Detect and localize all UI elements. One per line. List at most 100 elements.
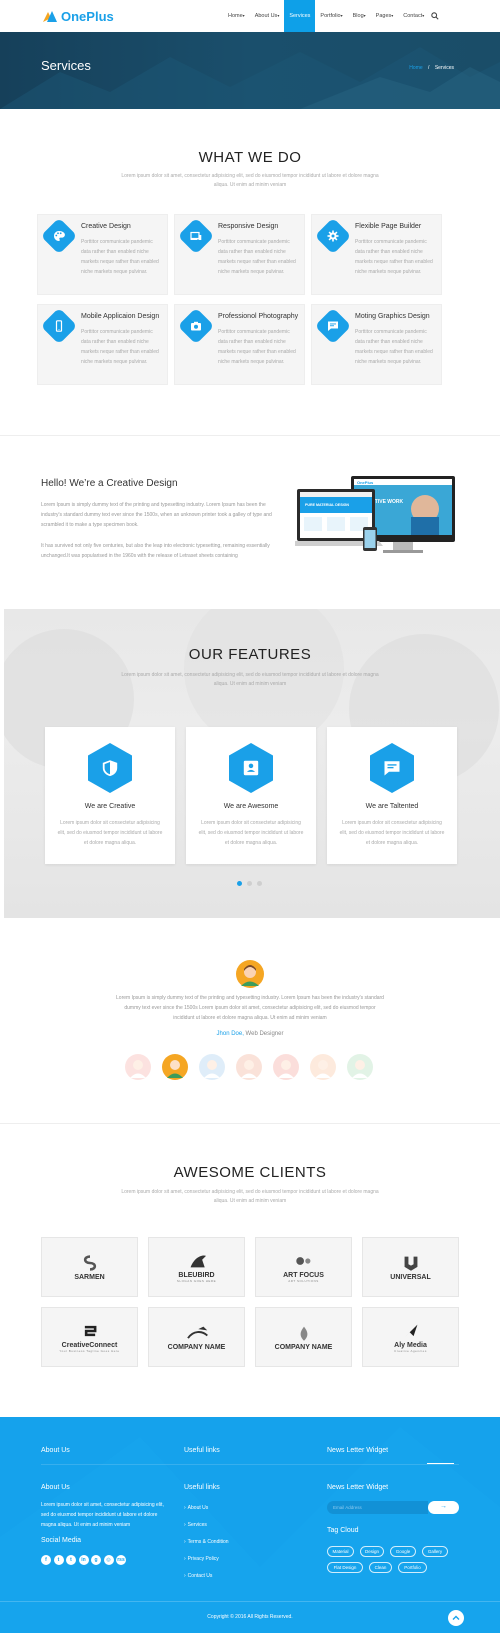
- footer-link-label: Privacy Policy: [187, 1556, 219, 1562]
- chevron-up-icon: [452, 1615, 460, 1620]
- nav-item-home[interactable]: Home▾: [223, 0, 250, 32]
- service-card: Mobile Applicaion Design Porttitor commun…: [37, 304, 168, 385]
- footer-newsletter-heading: News Letter Widget: [327, 1484, 389, 1491]
- social-icon[interactable]: t: [66, 1555, 76, 1565]
- footer-link[interactable]: › About Us: [184, 1505, 208, 1511]
- social-icon[interactable]: rss: [116, 1555, 126, 1565]
- footer-social-heading: Social Media: [41, 1537, 82, 1544]
- testimonial-quote: Lorem Ipsum is simply dummy text of the …: [116, 995, 384, 1021]
- client-tagline: ART SOLUTIONS: [288, 1278, 319, 1283]
- divider: [0, 1123, 500, 1124]
- nav-item-pages[interactable]: Pages▾: [371, 0, 399, 32]
- logo-mark-icon: [43, 11, 57, 22]
- footer-link[interactable]: › Privacy Policy: [184, 1556, 219, 1562]
- service-title: Mobile Applicaion Design: [81, 313, 160, 320]
- testimonial-thumbnail[interactable]: [162, 1054, 188, 1080]
- author-role: Web Designer: [243, 1031, 284, 1037]
- testimonial-author: Jhon Doe, Web Designer: [0, 1031, 500, 1037]
- slider-dot[interactable]: [237, 881, 242, 886]
- client-logo[interactable]: COMPANY NAME: [148, 1307, 245, 1367]
- nav-item-services[interactable]: Services: [284, 0, 316, 32]
- newsletter-email-input[interactable]: Email Address: [327, 1501, 428, 1514]
- what-we-do-subtitle: Lorem ipsum dolor sit amet, consectetur …: [121, 173, 379, 188]
- footer-link[interactable]: › Contact Us: [184, 1573, 212, 1579]
- nav-item-portfolio[interactable]: Portfolio▾: [315, 0, 347, 32]
- social-icon[interactable]: ◎: [103, 1555, 114, 1565]
- devices-icon: [190, 231, 202, 240]
- footer-newsletter-heading-top: News Letter Widget: [327, 1447, 389, 1454]
- camera-icon: [191, 321, 201, 331]
- footer-about-text: Lorem ipsum dolor sit amet, consectetur …: [41, 1502, 164, 1528]
- hexagon-badge: [88, 743, 132, 793]
- service-title: Responsive Design: [218, 223, 279, 230]
- back-to-top-button[interactable]: [448, 1610, 464, 1626]
- tag-pill[interactable]: Flat Design: [327, 1562, 363, 1573]
- chevron-down-icon: ▾: [363, 13, 366, 18]
- tag-pill[interactable]: Gallery: [422, 1546, 448, 1557]
- feature-card: We are Taltented Lorem ipsum dolor sit co…: [327, 727, 457, 864]
- service-text: Porttitor communicate pandemic data rath…: [218, 329, 296, 365]
- client-mark-icon: [83, 1254, 96, 1271]
- social-icon[interactable]: in: [78, 1555, 89, 1565]
- client-tagline: Your Business Tagline Goes Here: [59, 1348, 120, 1353]
- logo-text: OnePlus: [61, 8, 114, 24]
- client-logo[interactable]: UNIVERSAL: [362, 1237, 459, 1297]
- testimonial-thumbnail[interactable]: [125, 1054, 151, 1080]
- footer-about-heading-top: About Us: [41, 1447, 70, 1454]
- client-logo[interactable]: Aly Media Creative Agencies: [362, 1307, 459, 1367]
- client-mark-icon: [295, 1256, 310, 1265]
- footer-link[interactable]: › Terms & Condition: [184, 1539, 229, 1545]
- service-card: Creative Design Porttitor communicate pan…: [37, 214, 168, 295]
- nav-item-label: Contact: [403, 13, 423, 19]
- client-logo[interactable]: SARMEN: [41, 1237, 138, 1297]
- client-mark-icon: [404, 1324, 417, 1337]
- chevron-down-icon: ▾: [340, 13, 343, 18]
- tag-pill[interactable]: Design: [360, 1546, 384, 1557]
- tag-pill[interactable]: Clean: [369, 1562, 392, 1573]
- service-text: Porttitor communicate pandemic data rath…: [81, 329, 159, 365]
- palette-icon: [54, 231, 65, 241]
- page: { "brand": {"name": "OnePlus"}, "nav": {…: [0, 0, 500, 1633]
- tag-pill[interactable]: Material: [327, 1546, 354, 1557]
- feature-text: Lorem ipsum dolor sit consectetur adipis…: [339, 820, 445, 846]
- social-icon[interactable]: f: [41, 1555, 51, 1565]
- client-name: ART FOCUS: [283, 1271, 324, 1279]
- client-logo[interactable]: CreativeConnect Your Business Tagline Goe…: [41, 1307, 138, 1367]
- footer-link[interactable]: › Services: [184, 1522, 207, 1528]
- nav-item-contact[interactable]: Contact▾: [398, 0, 429, 32]
- tag-pill[interactable]: Google: [390, 1546, 416, 1557]
- social-icon[interactable]: t: [53, 1555, 64, 1565]
- service-text: Porttitor communicate pandemic data rath…: [355, 239, 433, 275]
- testimonial-thumbnail[interactable]: [310, 1054, 336, 1080]
- client-tagline: Creative Agencies: [394, 1348, 427, 1353]
- creative-title: Hello! We’re a Creative Design: [41, 478, 178, 489]
- feature-text: Lorem ipsum dolor sit consectetur adipis…: [57, 820, 163, 846]
- device-mockup-image: OnePlus CREATIVE WORK PURE MATERIAL DESI…: [295, 476, 455, 553]
- feature-title: We are Taltented: [365, 803, 419, 810]
- client-logo[interactable]: ART FOCUS ART SOLUTIONS: [255, 1237, 352, 1297]
- nav-item-about-us[interactable]: About Us▾: [250, 0, 285, 32]
- slider-dot[interactable]: [247, 881, 252, 886]
- footer-link-label: Services: [187, 1522, 207, 1528]
- features-title: OUR FEATURES: [188, 646, 312, 663]
- clients-subtitle: Lorem ipsum dolor sit amet, consectetur …: [121, 1189, 379, 1204]
- newsletter-submit-button[interactable]: →: [428, 1501, 459, 1514]
- client-mark-icon: [186, 1326, 208, 1339]
- copyright: Copyright © 2016 All Rights Reserved.: [207, 1614, 293, 1620]
- page-title: Services: [41, 58, 91, 73]
- slider-dot[interactable]: [257, 881, 262, 886]
- testimonial-thumbnail[interactable]: [199, 1054, 225, 1080]
- service-text: Porttitor communicate pandemic data rath…: [355, 329, 433, 365]
- breadcrumb-home[interactable]: Home: [409, 65, 422, 71]
- nav-item-blog[interactable]: Blog▾: [348, 0, 371, 32]
- nav-item-label: Home: [228, 13, 243, 19]
- testimonial-thumbnail[interactable]: [273, 1054, 299, 1080]
- logo[interactable]: OnePlus: [42, 8, 114, 24]
- testimonial-thumbnail[interactable]: [236, 1054, 262, 1080]
- social-icon[interactable]: g: [91, 1555, 101, 1565]
- tag-pill[interactable]: Portfolio: [398, 1562, 427, 1573]
- client-logo[interactable]: BLEUBIRD SLOGAN GOES HERE: [148, 1237, 245, 1297]
- testimonial-thumbnail[interactable]: [347, 1054, 373, 1080]
- client-logo[interactable]: COMPANY NAME: [255, 1307, 352, 1367]
- search-icon[interactable]: [431, 12, 439, 20]
